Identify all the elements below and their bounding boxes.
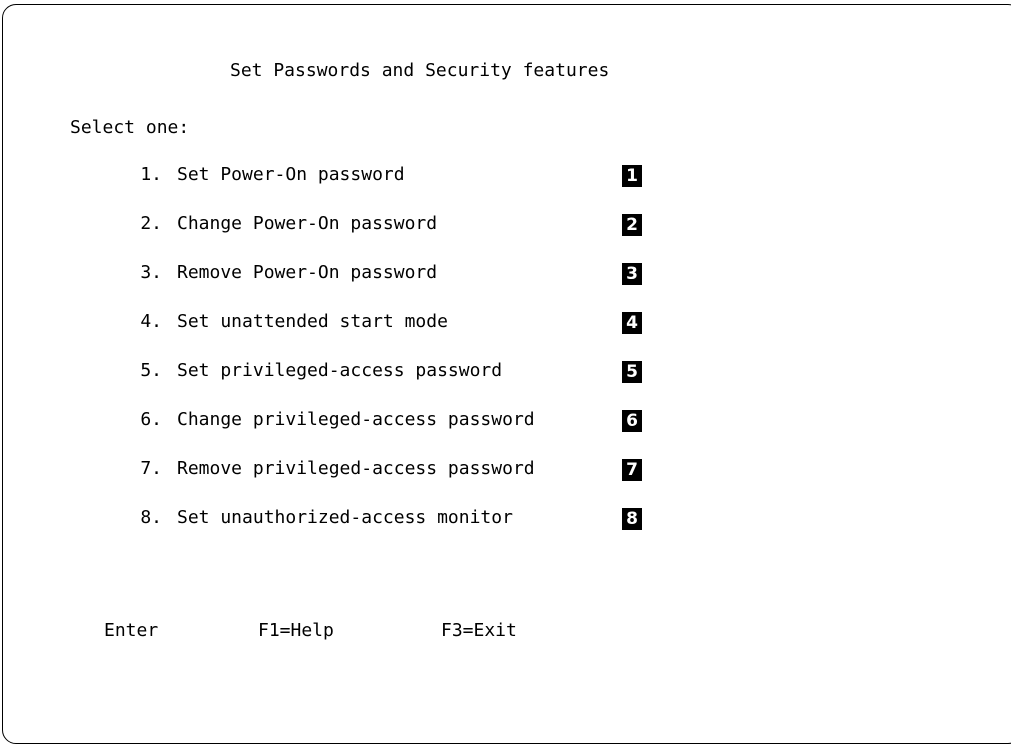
callout-marker: 5 — [622, 361, 642, 383]
menu-item-change-privileged-access-password[interactable]: 6. Change privileged-access password 6 — [0, 409, 700, 439]
callout-marker: 2 — [622, 214, 642, 236]
callout-marker: 1 — [622, 165, 642, 187]
menu-item-label: Set unattended start mode — [177, 311, 448, 332]
menu-item-label: Remove privileged-access password — [177, 458, 535, 479]
callout-marker: 3 — [622, 263, 642, 285]
menu-item-number: 2. — [140, 213, 162, 234]
menu-item-remove-privileged-access-password[interactable]: 7. Remove privileged-access password 7 — [0, 458, 700, 488]
callout-marker: 6 — [622, 410, 642, 432]
menu-item-remove-power-on-password[interactable]: 3. Remove Power-On password 3 — [0, 262, 700, 292]
callout-marker: 8 — [622, 508, 642, 530]
select-prompt: Select one: — [70, 117, 190, 138]
exit-key[interactable]: F3=Exit — [441, 620, 517, 641]
help-key[interactable]: F1=Help — [258, 620, 334, 641]
menu-item-number: 1. — [140, 164, 162, 185]
menu-item-label: Set unauthorized-access monitor — [177, 507, 513, 528]
screen-title: Set Passwords and Security features — [230, 60, 610, 81]
menu-item-number: 3. — [140, 262, 162, 283]
menu-item-number: 4. — [140, 311, 162, 332]
menu-item-change-power-on-password[interactable]: 2. Change Power-On password 2 — [0, 213, 700, 243]
enter-key[interactable]: Enter — [104, 620, 158, 641]
menu-item-label: Set privileged-access password — [177, 360, 503, 381]
menu-item-number: 7. — [140, 458, 162, 479]
menu-item-set-unattended-start-mode[interactable]: 4. Set unattended start mode 4 — [0, 311, 700, 341]
menu-item-set-power-on-password[interactable]: 1. Set Power-On password 1 — [0, 164, 700, 194]
menu-item-label: Change privileged-access password — [177, 409, 535, 430]
function-key-bar: Enter F1=Help F3=Exit — [0, 620, 1011, 650]
callout-marker: 7 — [622, 459, 642, 481]
menu-item-set-privileged-access-password[interactable]: 5. Set privileged-access password 5 — [0, 360, 700, 390]
menu-item-label: Set Power-On password — [177, 164, 405, 185]
menu-item-number: 6. — [140, 409, 162, 430]
menu-item-set-unauthorized-access-monitor[interactable]: 8. Set unauthorized-access monitor 8 — [0, 507, 700, 537]
menu-item-number: 8. — [140, 507, 162, 528]
menu-item-label: Change Power-On password — [177, 213, 438, 234]
menu-item-label: Remove Power-On password — [177, 262, 438, 283]
callout-marker: 4 — [622, 312, 642, 334]
menu-item-number: 5. — [140, 360, 162, 381]
